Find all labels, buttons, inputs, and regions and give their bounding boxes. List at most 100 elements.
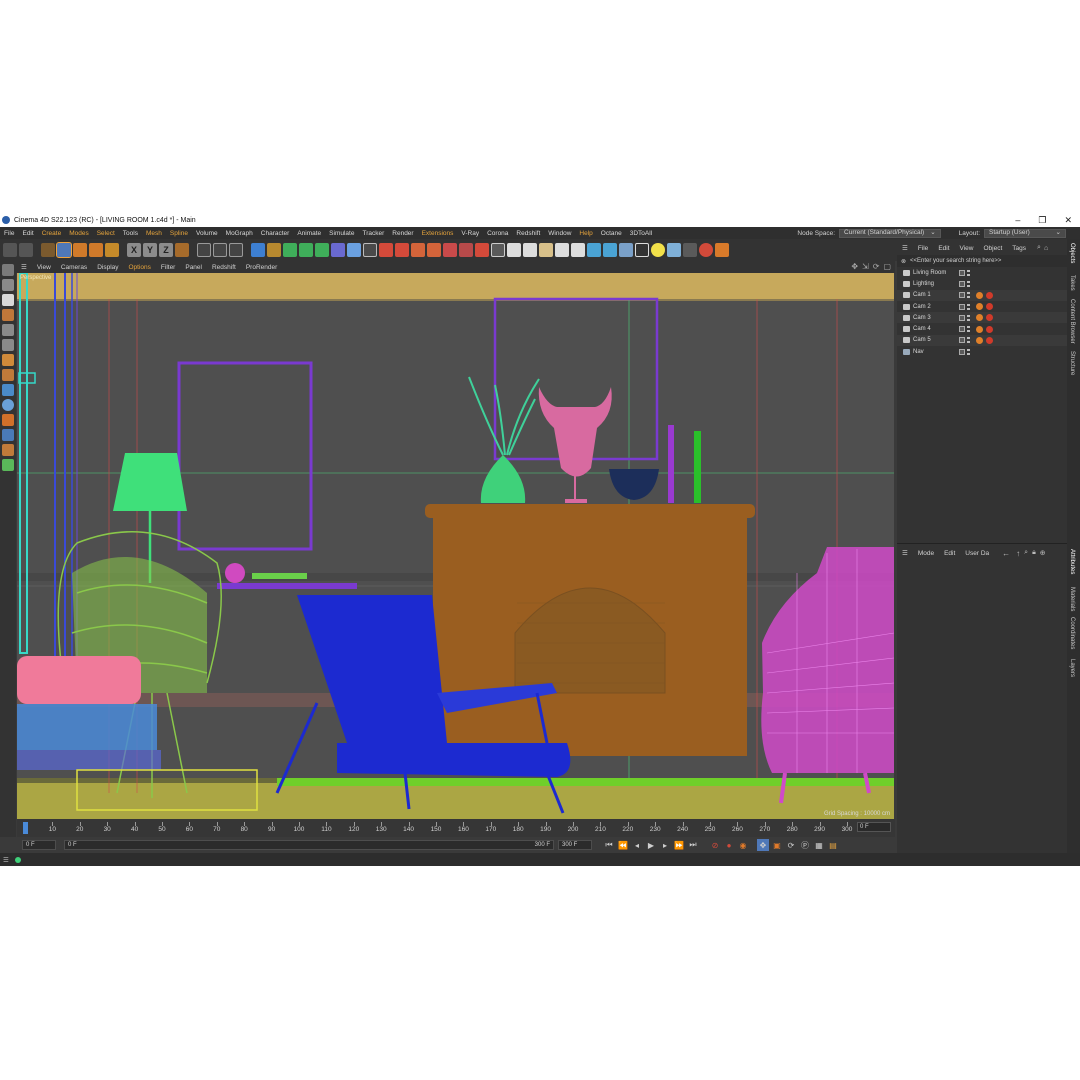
3dtoall-export-icon[interactable] — [683, 243, 697, 257]
next-key-icon[interactable]: ⏩ — [673, 839, 685, 851]
viewport-hamburger-icon[interactable]: ☰ — [16, 263, 32, 271]
tab-structure[interactable]: Structure — [1069, 351, 1075, 375]
rotate-tool-icon[interactable] — [89, 243, 103, 257]
key-scale-icon[interactable]: ▣ — [771, 839, 783, 851]
object-row-lighting[interactable]: Lighting — [897, 278, 1067, 289]
menu-modes[interactable]: Modes — [65, 230, 93, 237]
timeline-ruler[interactable]: 0102030405060708090100110120130140150160… — [17, 819, 895, 837]
script-icon[interactable] — [715, 243, 729, 257]
visibility-dots-icon[interactable] — [967, 280, 973, 287]
layer-checkbox[interactable] — [959, 280, 965, 287]
clear-search-icon[interactable]: ⊗ — [901, 258, 906, 265]
redshift-render-icon[interactable] — [555, 243, 569, 257]
vray-fur-icon[interactable] — [443, 243, 457, 257]
subdivision-surface-icon[interactable] — [283, 243, 297, 257]
maximize-button[interactable]: ❐ — [1038, 213, 1046, 227]
points-mode-icon[interactable] — [2, 324, 14, 336]
model-mode-icon[interactable] — [2, 279, 14, 291]
tab-layers[interactable]: Layers — [1069, 659, 1075, 677]
go-to-end-icon[interactable]: ⏭ — [687, 839, 699, 851]
vp-menu-filter[interactable]: Filter — [156, 264, 180, 271]
layer-checkbox[interactable] — [959, 303, 965, 310]
octane-render-icon[interactable] — [651, 243, 665, 257]
layer-checkbox[interactable] — [959, 269, 965, 276]
menu-corona[interactable]: Corona — [483, 230, 512, 237]
visibility-dots-icon[interactable] — [967, 314, 973, 321]
object-row-cam-1[interactable]: Cam 1 — [897, 289, 1067, 301]
tab-coordinates[interactable]: Coordinates — [1069, 617, 1075, 649]
vray-camera-tag-icon[interactable] — [986, 291, 993, 299]
render-picture-viewer-icon[interactable] — [213, 243, 227, 257]
cube-icon[interactable] — [251, 243, 265, 257]
visibility-dots-icon[interactable] — [967, 269, 973, 276]
x-axis-button[interactable]: X — [127, 243, 141, 257]
zoom-view-icon[interactable]: ⇲ — [862, 262, 869, 271]
protection-tag-icon[interactable] — [976, 303, 983, 311]
objmgr-search-icon[interactable]: ⌕ — [1037, 244, 1041, 252]
key-pla-icon[interactable]: ▦ — [813, 839, 825, 851]
workplane-icon[interactable] — [2, 309, 14, 321]
layer-checkbox[interactable] — [959, 348, 965, 355]
undo-icon[interactable] — [3, 243, 17, 257]
menu-file[interactable]: File — [0, 230, 18, 237]
object-row-cam-3[interactable]: Cam 3 — [897, 312, 1067, 324]
redo-icon[interactable] — [19, 243, 33, 257]
menu-tools[interactable]: Tools — [119, 230, 142, 237]
make-editable-icon[interactable] — [2, 264, 14, 276]
interactive-render-icon[interactable] — [507, 243, 521, 257]
pan-view-icon[interactable]: ✥ — [851, 262, 858, 271]
vray-camera-tag-icon[interactable] — [986, 303, 993, 311]
menu-window[interactable]: Window — [544, 230, 575, 237]
vp-menu-prorender[interactable]: ProRender — [241, 264, 282, 271]
render-view-icon[interactable] — [197, 243, 211, 257]
layer-checkbox[interactable] — [959, 337, 965, 344]
new-window-icon[interactable]: ⊕ — [1040, 549, 1046, 557]
key-parameter-icon[interactable]: Ⓟ — [799, 839, 811, 851]
scale-tool-icon[interactable] — [73, 243, 87, 257]
symmetry-icon[interactable] — [2, 459, 14, 471]
keyframe-selection-icon[interactable]: ◉ — [737, 839, 749, 851]
visibility-dots-icon[interactable] — [967, 326, 973, 333]
light-icon[interactable] — [363, 243, 377, 257]
next-frame-icon[interactable]: ▸ — [659, 839, 671, 851]
axis-mode-icon[interactable] — [2, 369, 14, 381]
vray-camera-tag-icon[interactable] — [986, 314, 993, 322]
menu-select[interactable]: Select — [93, 230, 119, 237]
move-tool-icon[interactable] — [56, 242, 72, 258]
menu-edit[interactable]: Edit — [18, 230, 37, 237]
edges-mode-icon[interactable] — [2, 339, 14, 351]
menu-create[interactable]: Create — [38, 230, 66, 237]
visibility-dots-icon[interactable] — [967, 348, 973, 355]
objmgr-menu-file[interactable]: File — [913, 245, 933, 252]
layer-checkbox[interactable] — [959, 326, 965, 333]
vp-menu-view[interactable]: View — [32, 264, 56, 271]
attrmgr-hamburger-icon[interactable]: ☰ — [897, 549, 913, 557]
pen-spline-icon[interactable] — [267, 243, 281, 257]
start-frame-field[interactable]: 0 F — [22, 840, 56, 850]
vray-camera-tag-icon[interactable] — [986, 336, 993, 344]
menu-volume[interactable]: Volume — [192, 230, 222, 237]
render-settings-icon[interactable] — [229, 243, 243, 257]
octane-light-icon[interactable] — [619, 243, 633, 257]
object-row-cam-4[interactable]: Cam 4 — [897, 323, 1067, 334]
current-frame-field[interactable]: 0 F — [857, 822, 891, 832]
polygons-mode-icon[interactable] — [2, 354, 14, 366]
vp-menu-display[interactable]: Display — [92, 264, 123, 271]
object-row-cam-5[interactable]: Cam 5 — [897, 334, 1067, 347]
layer-checkbox[interactable] — [959, 292, 965, 299]
perspective-viewport[interactable]: Perspective Grid Spacing : 10000 cm — [17, 273, 894, 819]
playhead-marker[interactable] — [23, 822, 28, 834]
vray-light-icon[interactable] — [395, 243, 409, 257]
redshift-rv-icon[interactable] — [523, 243, 537, 257]
z-axis-button[interactable]: Z — [159, 243, 173, 257]
objmgr-home-icon[interactable]: ⌂ — [1044, 245, 1048, 252]
protection-tag-icon[interactable] — [976, 325, 983, 333]
previous-key-icon[interactable]: ⏪ — [617, 839, 629, 851]
close-button[interactable]: ✕ — [1064, 213, 1072, 227]
protection-tag-icon[interactable] — [976, 291, 983, 299]
menu-3dtoall[interactable]: 3DToAll — [626, 230, 656, 237]
object-row-living-room[interactable]: Living Room — [897, 267, 1067, 278]
object-search-field[interactable]: ⊗ <<Enter your search string here>> — [897, 255, 1067, 267]
tweak-mode-icon[interactable] — [2, 384, 14, 396]
snap-icon[interactable] — [2, 399, 14, 411]
